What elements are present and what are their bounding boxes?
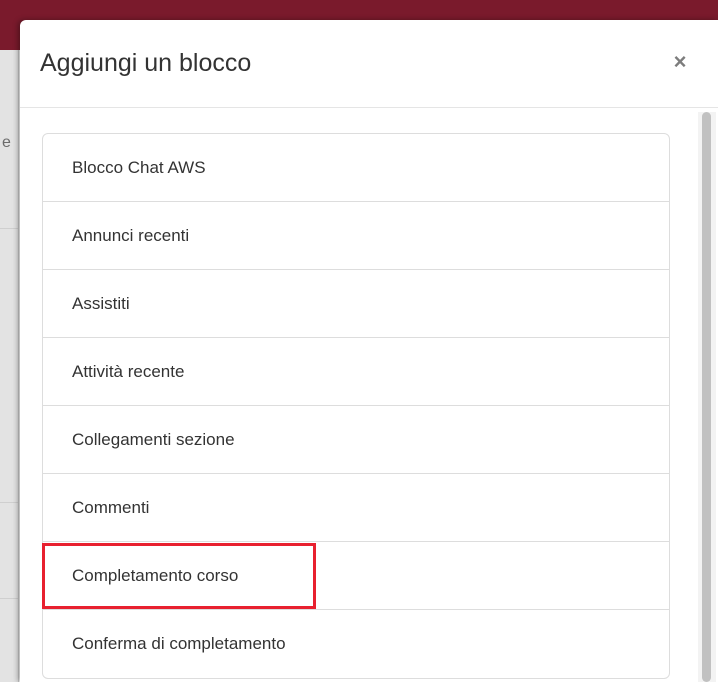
block-item-commenti[interactable]: Commenti xyxy=(43,474,669,542)
background-text-fragment: e xyxy=(2,134,11,151)
add-block-modal: Aggiungi un blocco × Blocco Chat AWS Ann… xyxy=(20,20,718,682)
block-item-label: Completamento corso xyxy=(72,565,239,585)
scrollbar-thumb[interactable] xyxy=(702,112,711,682)
background-page-edge: e xyxy=(0,50,19,682)
background-divider xyxy=(0,598,18,599)
block-item-label: Conferma di completamento xyxy=(72,634,286,653)
block-item-label: Annunci recenti xyxy=(72,225,190,245)
block-item-conferma-di-completamento[interactable]: Conferma di completamento xyxy=(43,610,669,678)
modal-header: Aggiungi un blocco × xyxy=(20,20,718,108)
block-item-label: Assistiti xyxy=(72,293,130,313)
close-icon[interactable]: × xyxy=(666,48,694,76)
block-item-attivita-recente[interactable]: Attività recente xyxy=(43,338,669,406)
modal-scrollbar[interactable] xyxy=(698,112,716,682)
modal-body: Blocco Chat AWS Annunci recenti Assistit… xyxy=(20,108,718,682)
block-item-blocco-chat-aws[interactable]: Blocco Chat AWS xyxy=(43,134,669,202)
block-item-label: Commenti xyxy=(72,497,150,517)
block-item-label: Collegamenti sezione xyxy=(72,429,235,449)
block-item-label: Blocco Chat AWS xyxy=(72,157,206,177)
background-divider xyxy=(0,228,18,229)
block-item-assistiti[interactable]: Assistiti xyxy=(43,270,669,338)
block-list: Blocco Chat AWS Annunci recenti Assistit… xyxy=(42,133,670,679)
block-item-completamento-corso[interactable]: Completamento corso xyxy=(43,542,669,610)
block-item-collegamenti-sezione[interactable]: Collegamenti sezione xyxy=(43,406,669,474)
block-item-label: Attività recente xyxy=(72,361,185,381)
block-item-annunci-recenti[interactable]: Annunci recenti xyxy=(43,202,669,270)
modal-title: Aggiungi un blocco xyxy=(40,49,252,77)
background-divider xyxy=(0,502,18,503)
